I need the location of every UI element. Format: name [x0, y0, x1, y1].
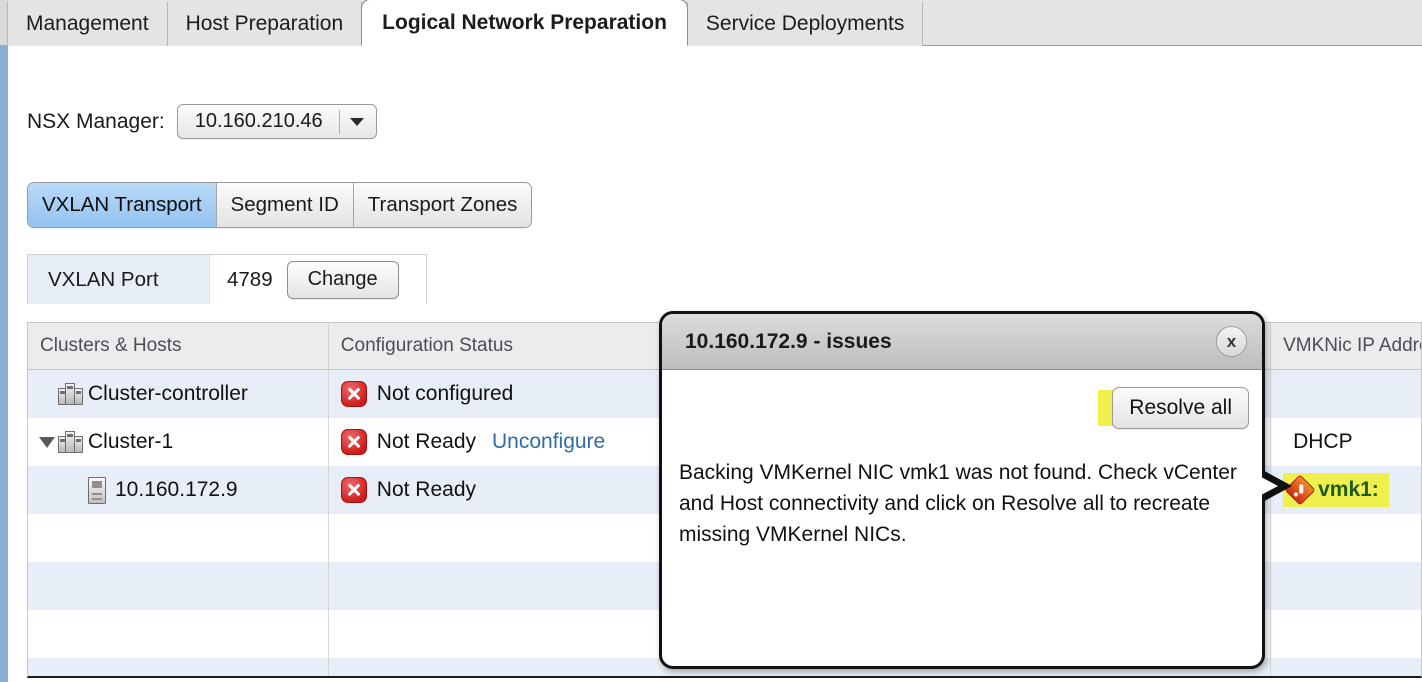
app-root: Management Host Preparation Logical Networ… — [0, 0, 1422, 682]
row-name: 10.160.172.9 — [115, 478, 238, 501]
cell-cluster-host: Cluster-controller — [28, 370, 329, 418]
vxlan-port-value: 4789 — [227, 267, 273, 291]
unconfigure-link[interactable]: Unconfigure — [492, 430, 605, 454]
nsx-manager-dropdown[interactable]: 10.160.210.46 — [176, 104, 377, 139]
column-header-3[interactable]: VMKNic IP Address — [1271, 323, 1421, 369]
tab-logical-network-preparation[interactable]: Logical Network Preparation — [361, 0, 688, 46]
resolve-all-button[interactable]: Resolve all — [1112, 387, 1249, 429]
error-icon — [340, 381, 367, 407]
column-header-1[interactable]: Clusters & Hosts — [28, 323, 329, 369]
dialog-message: Backing VMKernel NIC vmk1 was not found.… — [679, 461, 1237, 546]
tab-list: Management Host Preparation Logical Networ… — [7, 0, 924, 46]
cell-cluster-host: 10.160.172.9 — [28, 466, 329, 514]
status-text: Not Ready — [376, 430, 476, 453]
vmknic-text: vmk1: — [1318, 478, 1379, 501]
subtab-transport-zones[interactable]: Transport Zones — [353, 183, 532, 227]
cell-vmknic-ip-address — [1271, 514, 1421, 562]
error-icon — [340, 477, 367, 503]
nsx-manager-value: 10.160.210.46 — [194, 110, 323, 132]
close-icon[interactable]: x — [1216, 326, 1247, 357]
vmknic-highlight: vmk1: — [1283, 473, 1389, 507]
vxlan-port-label: VXLAN Port — [28, 255, 210, 304]
cell-vmknic-ip-address — [1271, 658, 1421, 676]
cell-vmknic-ip-address — [1271, 370, 1421, 418]
cluster-icon — [58, 429, 84, 455]
tab-service-deployments[interactable]: Service Deployments — [686, 2, 924, 46]
subtab-vxlan-transport[interactable]: VXLAN Transport — [28, 183, 217, 227]
vxlan-port-bar: VXLAN Port 4789 Change — [27, 254, 427, 304]
tab-bar: Management Host Preparation Logical Networ… — [7, 0, 1422, 46]
status-text: Not configured — [376, 382, 514, 405]
nsx-manager-label: NSX Manager: — [27, 109, 165, 133]
nsx-manager-row: NSX Manager: 10.160.210.46 — [27, 104, 377, 139]
issues-dialog: 10.160.172.9 - issues x Resolve all Back… — [659, 311, 1265, 669]
tab-host-preparation[interactable]: Host Preparation — [166, 2, 363, 46]
row-name: Cluster-controller — [88, 382, 248, 405]
sub-tab-group: VXLAN Transport Segment ID Transport Zones — [27, 182, 533, 228]
error-icon — [340, 429, 367, 455]
left-edge-strip — [0, 0, 8, 682]
resolve-all-label: Resolve all — [1129, 396, 1232, 419]
cell-cluster-host: Cluster-1 — [28, 418, 329, 466]
cell-cluster-host — [28, 610, 329, 658]
host-icon — [88, 476, 106, 504]
dialog-title-bar: 10.160.172.9 - issues x — [662, 314, 1262, 370]
subtab-segment-id[interactable]: Segment ID — [216, 183, 354, 227]
status-text: Not Ready — [376, 478, 476, 501]
cell-vmknic-ip-address: DHCP — [1271, 418, 1421, 466]
row-name: Cluster-1 — [88, 430, 174, 453]
expand-triangle-icon[interactable] — [36, 436, 58, 448]
tab-management[interactable]: Management — [7, 2, 168, 46]
change-button[interactable]: Change — [286, 260, 399, 299]
cell-cluster-host — [28, 514, 329, 562]
chevron-down-icon — [340, 105, 374, 138]
cell-vmknic-ip-address — [1271, 610, 1421, 658]
cell-cluster-host — [28, 562, 329, 610]
cell-cluster-host — [28, 658, 329, 676]
cluster-icon — [58, 381, 84, 407]
vmknic-text: DHCP — [1293, 430, 1353, 453]
resolve-all-container: Resolve all — [1098, 387, 1249, 429]
dialog-title: 10.160.172.9 - issues — [685, 329, 892, 353]
cell-vmknic-ip-address — [1271, 562, 1421, 610]
cell-vmknic-ip-address: vmk1: — [1271, 466, 1421, 514]
callout-tail-inner — [1244, 468, 1278, 504]
